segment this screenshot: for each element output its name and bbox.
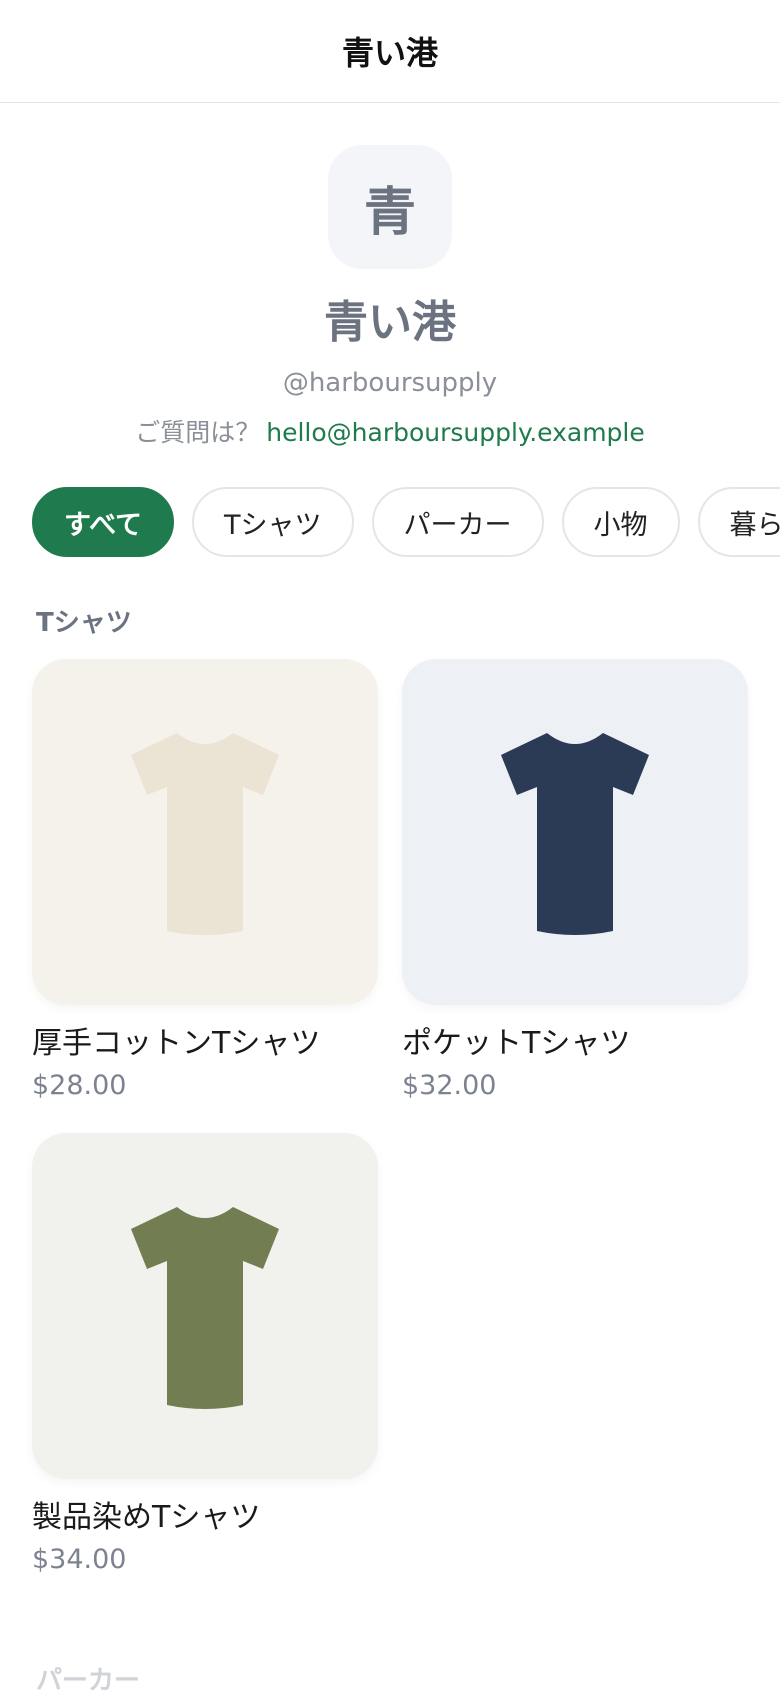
product-card[interactable]: 製品染めTシャツ $34.00 <box>32 1133 378 1577</box>
product-image <box>32 659 378 1005</box>
product-card[interactable]: 厚手コットンTシャツ $28.00 <box>32 659 378 1103</box>
page-title: 青い港 <box>341 34 438 72</box>
section-title-tshirts: Tシャツ <box>36 608 132 638</box>
tshirt-icon <box>131 733 279 935</box>
contact-line: ご質問は？ hello@harboursupply.example <box>135 417 645 449</box>
category-chip-living[interactable]: 暮らし <box>697 487 780 557</box>
shop-name: 青い港 <box>324 297 456 348</box>
tshirt-icon <box>131 1207 279 1409</box>
product-image <box>402 659 748 1005</box>
section-title-hoodies: パーカー <box>36 1666 141 1696</box>
top-bar: 青い港 <box>0 0 780 103</box>
category-chip-all[interactable]: すべて <box>32 487 175 557</box>
product-name: 厚手コットンTシャツ <box>32 1026 321 1061</box>
tshirt-icon <box>501 733 649 935</box>
product-name: 製品染めTシャツ <box>32 1500 261 1535</box>
product-name: ポケットTシャツ <box>402 1026 631 1061</box>
contact-email-link[interactable]: hello@harboursupply.example <box>266 418 644 447</box>
shop-handle: @harboursupply <box>282 368 498 398</box>
product-grid: 厚手コットンTシャツ $28.00 ポケットTシャツ $32.00 製品染めTシ… <box>32 659 780 1577</box>
category-chip-tshirts[interactable]: Tシャツ <box>192 487 354 557</box>
shop-profile: 青 青い港 @harboursupply ご質問は？ hello@harbours… <box>0 103 780 449</box>
contact-prefix: ご質問は？ <box>135 418 261 447</box>
product-price: $32.00 <box>402 1070 497 1101</box>
category-chip-hoodies[interactable]: パーカー <box>371 487 544 557</box>
product-image <box>32 1133 378 1479</box>
product-price: $28.00 <box>32 1070 127 1101</box>
product-price: $34.00 <box>32 1544 127 1575</box>
avatar: 青 <box>328 145 452 269</box>
category-chip-accessories[interactable]: 小物 <box>561 487 680 557</box>
category-chips: すべて Tシャツ パーカー 小物 暮らし <box>0 487 780 557</box>
product-card[interactable]: ポケットTシャツ $32.00 <box>402 659 748 1103</box>
